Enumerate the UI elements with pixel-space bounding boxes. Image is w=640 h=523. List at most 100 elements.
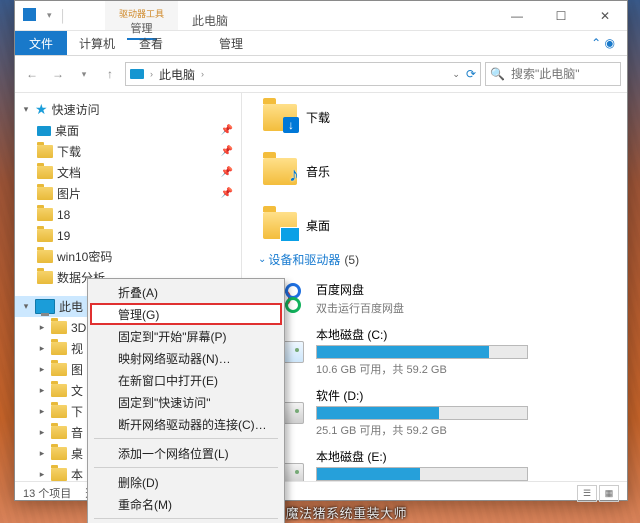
address-bar[interactable]: › 此电脑 › ⌄ ⟳ xyxy=(125,62,481,86)
star-icon: ★ xyxy=(35,101,48,118)
ctx-item-map-drive[interactable]: 映射网络驱动器(N)… xyxy=(90,347,282,369)
drive-sublabel: 双击运行百度网盘 xyxy=(316,300,404,316)
tree-label: 音 xyxy=(71,424,83,441)
folder-icon: ↓ xyxy=(263,104,297,131)
folder-downloads[interactable]: ↓ 下载 xyxy=(262,99,392,135)
tree-item-folder[interactable]: 19 xyxy=(15,225,241,246)
tree-label: 19 xyxy=(57,229,70,243)
folder-icon xyxy=(51,426,67,439)
drive-usage-bar xyxy=(316,467,528,481)
folder-icon xyxy=(51,468,67,481)
ribbon-tab-view[interactable]: 查看 xyxy=(127,31,175,55)
window-title: 此电脑 xyxy=(178,1,242,30)
folder-icon xyxy=(51,321,67,334)
folder-icon xyxy=(51,363,67,376)
folder-music[interactable]: ♪ 音乐 xyxy=(262,153,392,189)
quick-access-dropdown-icon[interactable]: ▾ xyxy=(47,10,52,21)
folder-label: 下载 xyxy=(306,109,330,126)
ctx-separator xyxy=(94,467,278,468)
tree-quick-access[interactable]: ▾ ★ 快速访问 xyxy=(15,99,241,120)
ribbon-tab-computer[interactable]: 计算机 xyxy=(67,31,127,55)
explorer-icon xyxy=(23,8,39,24)
ctx-label: 固定到"快速访问" xyxy=(118,394,211,411)
file-menu-button[interactable]: 文件 xyxy=(15,31,67,55)
tree-item-desktop[interactable]: 桌面 📌 xyxy=(15,120,241,141)
folder-icon xyxy=(263,212,297,239)
drive-stat: 10.6 GB 可用，共 59.2 GB xyxy=(316,361,528,377)
title-context-tab[interactable]: 驱动器工具 管理 xyxy=(105,1,178,30)
ctx-item-delete[interactable]: 删除(D) xyxy=(90,471,282,493)
desktop-icon xyxy=(37,126,51,136)
view-icons-button[interactable]: ▦ xyxy=(599,485,619,502)
title-bar: ▾ │ 驱动器工具 管理 此电脑 — ☐ ✕ xyxy=(15,1,627,31)
tree-item-folder[interactable]: 18 xyxy=(15,204,241,225)
chevron-down-icon: ⌄ xyxy=(258,254,266,265)
crumb-sep-icon: › xyxy=(201,69,204,79)
status-count: 13 个项目 xyxy=(23,485,71,501)
ribbon-help-icon[interactable]: ⌃ ◉ xyxy=(579,31,627,55)
tree-item-downloads[interactable]: 下载 📌 xyxy=(15,141,241,162)
tree-item-documents[interactable]: 文档 📌 xyxy=(15,162,241,183)
ctx-item-pin-quick[interactable]: 固定到"快速访问" xyxy=(90,391,282,413)
folder-label: 桌面 xyxy=(306,217,330,234)
ctx-label: 在新窗口中打开(E) xyxy=(118,372,218,389)
drive-item-d[interactable]: 软件 (D:) 25.1 GB 可用，共 59.2 GB xyxy=(262,383,594,444)
ctx-separator xyxy=(94,518,278,519)
music-overlay-icon: ♪ xyxy=(289,164,299,187)
nav-history-button[interactable]: ▾ xyxy=(73,63,95,85)
drive-item-c[interactable]: 本地磁盘 (C:) 10.6 GB 可用，共 59.2 GB xyxy=(262,322,594,383)
close-button[interactable]: ✕ xyxy=(583,1,627,30)
ctx-separator xyxy=(94,438,278,439)
tree-label: 18 xyxy=(57,208,70,222)
drive-item-baidu[interactable]: 百度网盘 双击运行百度网盘 xyxy=(262,276,594,322)
maximize-button[interactable]: ☐ xyxy=(539,1,583,30)
search-icon: 🔍 xyxy=(490,67,505,81)
ctx-label: 折叠(A) xyxy=(118,284,158,301)
ctx-item-collapse[interactable]: 折叠(A) xyxy=(90,281,282,303)
nav-row: ← → ▾ ↑ › 此电脑 › ⌄ ⟳ 🔍 xyxy=(15,56,627,93)
ctx-item-disconnect[interactable]: 断开网络驱动器的连接(C)… xyxy=(90,413,282,435)
search-box[interactable]: 🔍 xyxy=(485,62,621,86)
nav-fwd-button[interactable]: → xyxy=(47,63,69,85)
address-dropdown-icon[interactable]: ⌄ xyxy=(452,69,460,80)
drive-item-e[interactable]: 本地磁盘 (E:) 25.1 GB 可用，共 49.2 GB xyxy=(262,444,594,481)
tree-label: 下载 xyxy=(57,143,81,160)
ctx-label: 重命名(M) xyxy=(118,496,172,513)
ctx-item-pin-start[interactable]: 固定到"开始"屏幕(P) xyxy=(90,325,282,347)
folder-icon xyxy=(37,229,53,242)
ctx-item-rename[interactable]: 重命名(M) xyxy=(90,493,282,515)
drive-stat: 25.1 GB 可用，共 59.2 GB xyxy=(316,422,528,438)
tree-label: 3D xyxy=(71,321,86,335)
tree-item-pictures[interactable]: 图片 📌 xyxy=(15,183,241,204)
refresh-icon[interactable]: ⟳ xyxy=(466,67,476,81)
minimize-button[interactable]: — xyxy=(495,1,539,30)
content-area[interactable]: ↓ 下载 ♪ 音乐 桌面 ⌄ xyxy=(242,93,627,481)
ribbon: 文件 计算机 查看 管理 ⌃ ◉ xyxy=(15,31,627,56)
ctx-item-manage[interactable]: 管理(G) xyxy=(90,303,282,325)
tree-label: 图 xyxy=(71,361,83,378)
desktop-overlay-icon xyxy=(280,227,300,242)
tree-item-folder[interactable]: win10密码 xyxy=(15,246,241,267)
tree-label: 下 xyxy=(71,403,83,420)
nav-up-button[interactable]: ↑ xyxy=(99,63,121,85)
folder-icon xyxy=(37,208,53,221)
ribbon-tab-manage[interactable]: 管理 xyxy=(207,31,255,55)
nav-back-button[interactable]: ← xyxy=(21,63,43,85)
ctx-item-add-netloc[interactable]: 添加一个网络位置(L) xyxy=(90,442,282,464)
explorer-window: ▾ │ 驱动器工具 管理 此电脑 — ☐ ✕ 文件 计算机 查看 xyxy=(14,0,628,501)
section-header-devices[interactable]: ⌄ 设备和驱动器 (5) xyxy=(258,251,627,268)
folder-icon xyxy=(37,145,53,158)
ctx-label: 固定到"开始"屏幕(P) xyxy=(118,328,227,345)
breadcrumb-root[interactable]: 此电脑 xyxy=(159,66,195,83)
tree-label: 文 xyxy=(71,382,83,399)
search-input[interactable] xyxy=(509,66,605,82)
pc-icon xyxy=(35,299,55,314)
ctx-item-open-new[interactable]: 在新窗口中打开(E) xyxy=(90,369,282,391)
view-details-button[interactable]: ☰ xyxy=(577,485,597,502)
folder-icon: ♪ xyxy=(263,158,297,185)
folder-desktop[interactable]: 桌面 xyxy=(262,207,392,243)
ctx-label: 添加一个网络位置(L) xyxy=(118,445,229,462)
tree-label: 本 xyxy=(71,466,83,481)
drive-usage-bar xyxy=(316,345,528,359)
folder-icon xyxy=(51,447,67,460)
